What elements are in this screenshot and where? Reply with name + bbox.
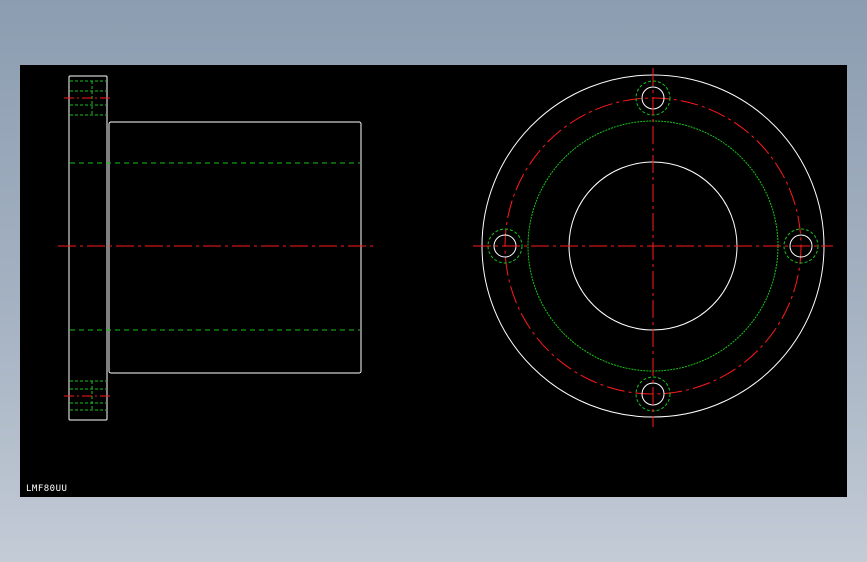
cad-viewport[interactable]: LMF80UU: [20, 65, 847, 497]
flange-outline: [68, 75, 108, 421]
side-view: [58, 75, 374, 421]
front-view: [473, 68, 833, 427]
part-number-label: LMF80UU: [26, 484, 68, 494]
sleeve-outline: [108, 121, 362, 374]
cad-drawing: [58, 68, 833, 427]
